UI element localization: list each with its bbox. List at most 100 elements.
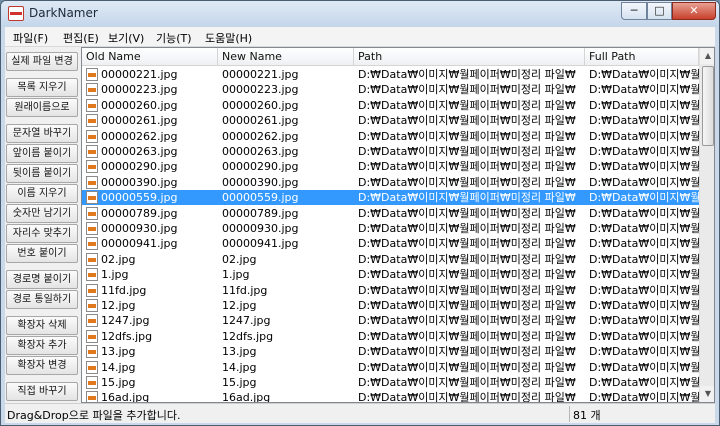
cell-new-name: 00000223.jpg bbox=[222, 83, 299, 97]
cell-full-path: D:₩Data₩이미지₩월페이퍼₩미정리 파일₩00000223.jpg bbox=[589, 83, 699, 97]
minimize-button[interactable]: ─ bbox=[621, 2, 647, 20]
table-row[interactable]: 00000261.jpg 00000261.jpg D:₩Data₩이미지₩월페이퍼… bbox=[82, 113, 699, 128]
table-row[interactable]: 15.jpg 15.jpg D:₩Data₩이미지₩월페이퍼₩미정리 파일₩ D:₩D… bbox=[82, 375, 699, 390]
table-row[interactable]: 00000559.jpg 00000559.jpg D:₩Data₩이미지₩월페이퍼… bbox=[82, 190, 699, 206]
sidebar-button-10[interactable]: 경로명 붙이기 bbox=[6, 270, 78, 289]
file-list[interactable]: Old Name New Name Path Full Path 0000022… bbox=[81, 47, 715, 403]
table-row[interactable]: 00000263.jpg 00000263.jpg D:₩Data₩이미지₩월페이퍼… bbox=[82, 144, 699, 159]
sidebar-button-4[interactable]: 앞이름 붙이기 bbox=[6, 144, 78, 163]
list-header: Old Name New Name Path Full Path bbox=[82, 48, 699, 66]
sidebar-button-8[interactable]: 자리수 맞추기 bbox=[6, 224, 78, 243]
cell-old-name: 00000789.jpg bbox=[101, 206, 178, 220]
table-row[interactable]: 11fd.jpg 11fd.jpg D:₩Data₩이미지₩월페이퍼₩미정리 파일₩… bbox=[82, 283, 699, 298]
cell-new-name: 00000263.jpg bbox=[222, 145, 299, 158]
cell-path: D:₩Data₩이미지₩월페이퍼₩미정리 파일₩ bbox=[358, 222, 576, 235]
cell-new-name: 00000930.jpg bbox=[222, 222, 299, 235]
sidebar-button-9[interactable]: 번호 붙이기 bbox=[6, 244, 78, 263]
cell-full-path: D:₩Data₩이미지₩월페이퍼₩미정리 파일₩00000559.jpg bbox=[589, 191, 699, 205]
sidebar-button-11[interactable]: 경로 통일하기 bbox=[6, 290, 78, 309]
status-bar: Drag&Drop으로 파일을 추가합니다. 81 개 bbox=[5, 403, 715, 423]
sidebar-button-0[interactable]: 실제 파일 변경 bbox=[6, 52, 78, 71]
cell-full-path: D:₩Data₩이미지₩월페이퍼₩미정리 파일₩00000261.jpg bbox=[589, 114, 699, 128]
table-row[interactable]: 00000789.jpg 00000789.jpg D:₩Data₩이미지₩월페이퍼… bbox=[82, 206, 699, 221]
column-new-name[interactable]: New Name bbox=[218, 48, 354, 66]
menu-bar: 파일(F) 편집(E) 보기(V) 기능(T) 도움말(H) bbox=[5, 27, 715, 47]
table-row[interactable]: 14.jpg 14.jpg D:₩Data₩이미지₩월페이퍼₩미정리 파일₩ D:₩D… bbox=[82, 360, 699, 375]
sidebar-button-6[interactable]: 이름 지우기 bbox=[6, 184, 78, 203]
table-row[interactable]: 00000260.jpg 00000260.jpg D:₩Data₩이미지₩월페이퍼… bbox=[82, 98, 699, 113]
cell-full-path: D:₩Data₩이미지₩월페이퍼₩미정리 파일₩1247.jpg bbox=[589, 314, 699, 328]
cell-path: D:₩Data₩이미지₩월페이퍼₩미정리 파일₩ bbox=[358, 268, 576, 282]
jpg-file-icon bbox=[86, 329, 98, 343]
cell-new-name: 00000260.jpg bbox=[222, 98, 299, 112]
vertical-scrollbar[interactable]: ▲ ▼ bbox=[699, 48, 714, 402]
cell-old-name: 00000263.jpg bbox=[101, 145, 178, 158]
sidebar-button-7[interactable]: 숫자만 남기기 bbox=[6, 204, 78, 223]
window-title: DarkNamer bbox=[29, 6, 98, 20]
menu-function[interactable]: 기능(T) bbox=[156, 30, 192, 46]
sidebar-button-13[interactable]: 확장자 추가 bbox=[6, 336, 78, 355]
menu-view[interactable]: 보기(V) bbox=[108, 30, 144, 46]
cell-new-name: 00000221.jpg bbox=[222, 68, 299, 81]
sidebar-button-12[interactable]: 확장자 삭제 bbox=[6, 316, 78, 335]
cell-path: D:₩Data₩이미지₩월페이퍼₩미정리 파일₩ bbox=[358, 129, 576, 143]
cell-path: D:₩Data₩이미지₩월페이퍼₩미정리 파일₩ bbox=[358, 83, 576, 97]
cell-path: D:₩Data₩이미지₩월페이퍼₩미정리 파일₩ bbox=[358, 360, 576, 374]
table-row[interactable]: 12.jpg 12.jpg D:₩Data₩이미지₩월페이퍼₩미정리 파일₩ D:₩D… bbox=[82, 298, 699, 313]
table-row[interactable]: 13.jpg 13.jpg D:₩Data₩이미지₩월페이퍼₩미정리 파일₩ D:₩D… bbox=[82, 344, 699, 359]
scroll-thumb[interactable] bbox=[702, 66, 714, 146]
table-row[interactable]: 00000290.jpg 00000290.jpg D:₩Data₩이미지₩월페이퍼… bbox=[82, 159, 699, 174]
jpg-file-icon bbox=[86, 237, 98, 251]
close-button[interactable]: ✕ bbox=[672, 2, 716, 20]
sidebar-button-14[interactable]: 확장자 변경 bbox=[6, 356, 78, 375]
cell-path: D:₩Data₩이미지₩월페이퍼₩미정리 파일₩ bbox=[358, 114, 576, 128]
menu-file[interactable]: 파일(F) bbox=[13, 30, 48, 46]
cell-path: D:₩Data₩이미지₩월페이퍼₩미정리 파일₩ bbox=[358, 145, 576, 158]
cell-old-name: 00000290.jpg bbox=[101, 160, 178, 174]
maximize-button[interactable]: □ bbox=[647, 2, 672, 20]
table-row[interactable]: 1.jpg 1.jpg D:₩Data₩이미지₩월페이퍼₩미정리 파일₩ D:₩Dat… bbox=[82, 267, 699, 282]
column-path[interactable]: Path bbox=[354, 48, 585, 66]
cell-path: D:₩Data₩이미지₩월페이퍼₩미정리 파일₩ bbox=[358, 329, 576, 343]
cell-old-name: 00000941.jpg bbox=[101, 237, 178, 251]
table-row[interactable]: 00000223.jpg 00000223.jpg D:₩Data₩이미지₩월페이퍼… bbox=[82, 82, 699, 97]
cell-full-path: D:₩Data₩이미지₩월페이퍼₩미정리 파일₩00000390.jpg bbox=[589, 175, 699, 189]
table-row[interactable]: 02.jpg 02.jpg D:₩Data₩이미지₩월페이퍼₩미정리 파일₩ D:₩D… bbox=[82, 252, 699, 267]
cell-old-name: 00000262.jpg bbox=[101, 129, 178, 143]
cell-old-name: 00000559.jpg bbox=[101, 191, 178, 205]
cell-old-name: 1.jpg bbox=[101, 268, 129, 282]
table-row[interactable]: 12dfs.jpg 12dfs.jpg D:₩Data₩이미지₩월페이퍼₩미정리 파… bbox=[82, 329, 699, 344]
column-old-name[interactable]: Old Name bbox=[82, 48, 218, 66]
cell-old-name: 13.jpg bbox=[101, 345, 136, 359]
cell-path: D:₩Data₩이미지₩월페이퍼₩미정리 파일₩ bbox=[358, 345, 576, 359]
sidebar-button-5[interactable]: 뒷이름 붙이기 bbox=[6, 164, 78, 183]
table-row[interactable]: 00000262.jpg 00000262.jpg D:₩Data₩이미지₩월페이퍼… bbox=[82, 129, 699, 144]
cell-new-name: 15.jpg bbox=[222, 376, 257, 389]
menu-edit[interactable]: 편집(E) bbox=[63, 30, 99, 46]
cell-new-name: 14.jpg bbox=[222, 360, 257, 374]
sidebar-button-2[interactable]: 원래이름으로 bbox=[6, 98, 78, 117]
scroll-down-icon[interactable]: ▼ bbox=[700, 386, 714, 402]
column-full-path[interactable]: Full Path bbox=[585, 48, 699, 66]
sidebar-button-3[interactable]: 문자열 바꾸기 bbox=[6, 124, 78, 143]
cell-full-path: D:₩Data₩이미지₩월페이퍼₩미정리 파일₩15.jpg bbox=[589, 376, 699, 389]
table-row[interactable]: 00000390.jpg 00000390.jpg D:₩Data₩이미지₩월페이퍼… bbox=[82, 175, 699, 190]
table-row[interactable]: 1247.jpg 1247.jpg D:₩Data₩이미지₩월페이퍼₩미정리 파일₩… bbox=[82, 313, 699, 328]
sidebar-button-15[interactable]: 직접 바꾸기 bbox=[6, 382, 78, 401]
menu-help[interactable]: 도움말(H) bbox=[205, 30, 252, 46]
sidebar-button-1[interactable]: 목록 지우기 bbox=[6, 78, 78, 97]
cell-path: D:₩Data₩이미지₩월페이퍼₩미정리 파일₩ bbox=[358, 98, 576, 112]
title-bar[interactable]: DarkNamer ─ □ ✕ bbox=[1, 1, 719, 27]
cell-path: D:₩Data₩이미지₩월페이퍼₩미정리 파일₩ bbox=[358, 175, 576, 189]
table-row[interactable]: 00000221.jpg 00000221.jpg D:₩Data₩이미지₩월페이퍼… bbox=[82, 67, 699, 82]
scroll-up-icon[interactable]: ▲ bbox=[700, 48, 714, 64]
cell-full-path: D:₩Data₩이미지₩월페이퍼₩미정리 파일₩12dfs.jpg bbox=[589, 329, 699, 343]
cell-new-name: 11fd.jpg bbox=[222, 283, 268, 297]
table-row[interactable]: 00000930.jpg 00000930.jpg D:₩Data₩이미지₩월페이퍼… bbox=[82, 221, 699, 236]
cell-full-path: D:₩Data₩이미지₩월페이퍼₩미정리 파일₩00000263.jpg bbox=[589, 145, 699, 158]
cell-path: D:₩Data₩이미지₩월페이퍼₩미정리 파일₩ bbox=[358, 160, 576, 174]
table-row[interactable]: 16ad.jpg 16ad.jpg D:₩Data₩이미지₩월페이퍼₩미정리 파일₩… bbox=[82, 390, 699, 402]
cell-path: D:₩Data₩이미지₩월페이퍼₩미정리 파일₩ bbox=[358, 314, 576, 328]
cell-full-path: D:₩Data₩이미지₩월페이퍼₩미정리 파일₩00000221.jpg bbox=[589, 68, 699, 81]
table-row[interactable]: 00000941.jpg 00000941.jpg D:₩Data₩이미지₩월페이퍼… bbox=[82, 236, 699, 251]
